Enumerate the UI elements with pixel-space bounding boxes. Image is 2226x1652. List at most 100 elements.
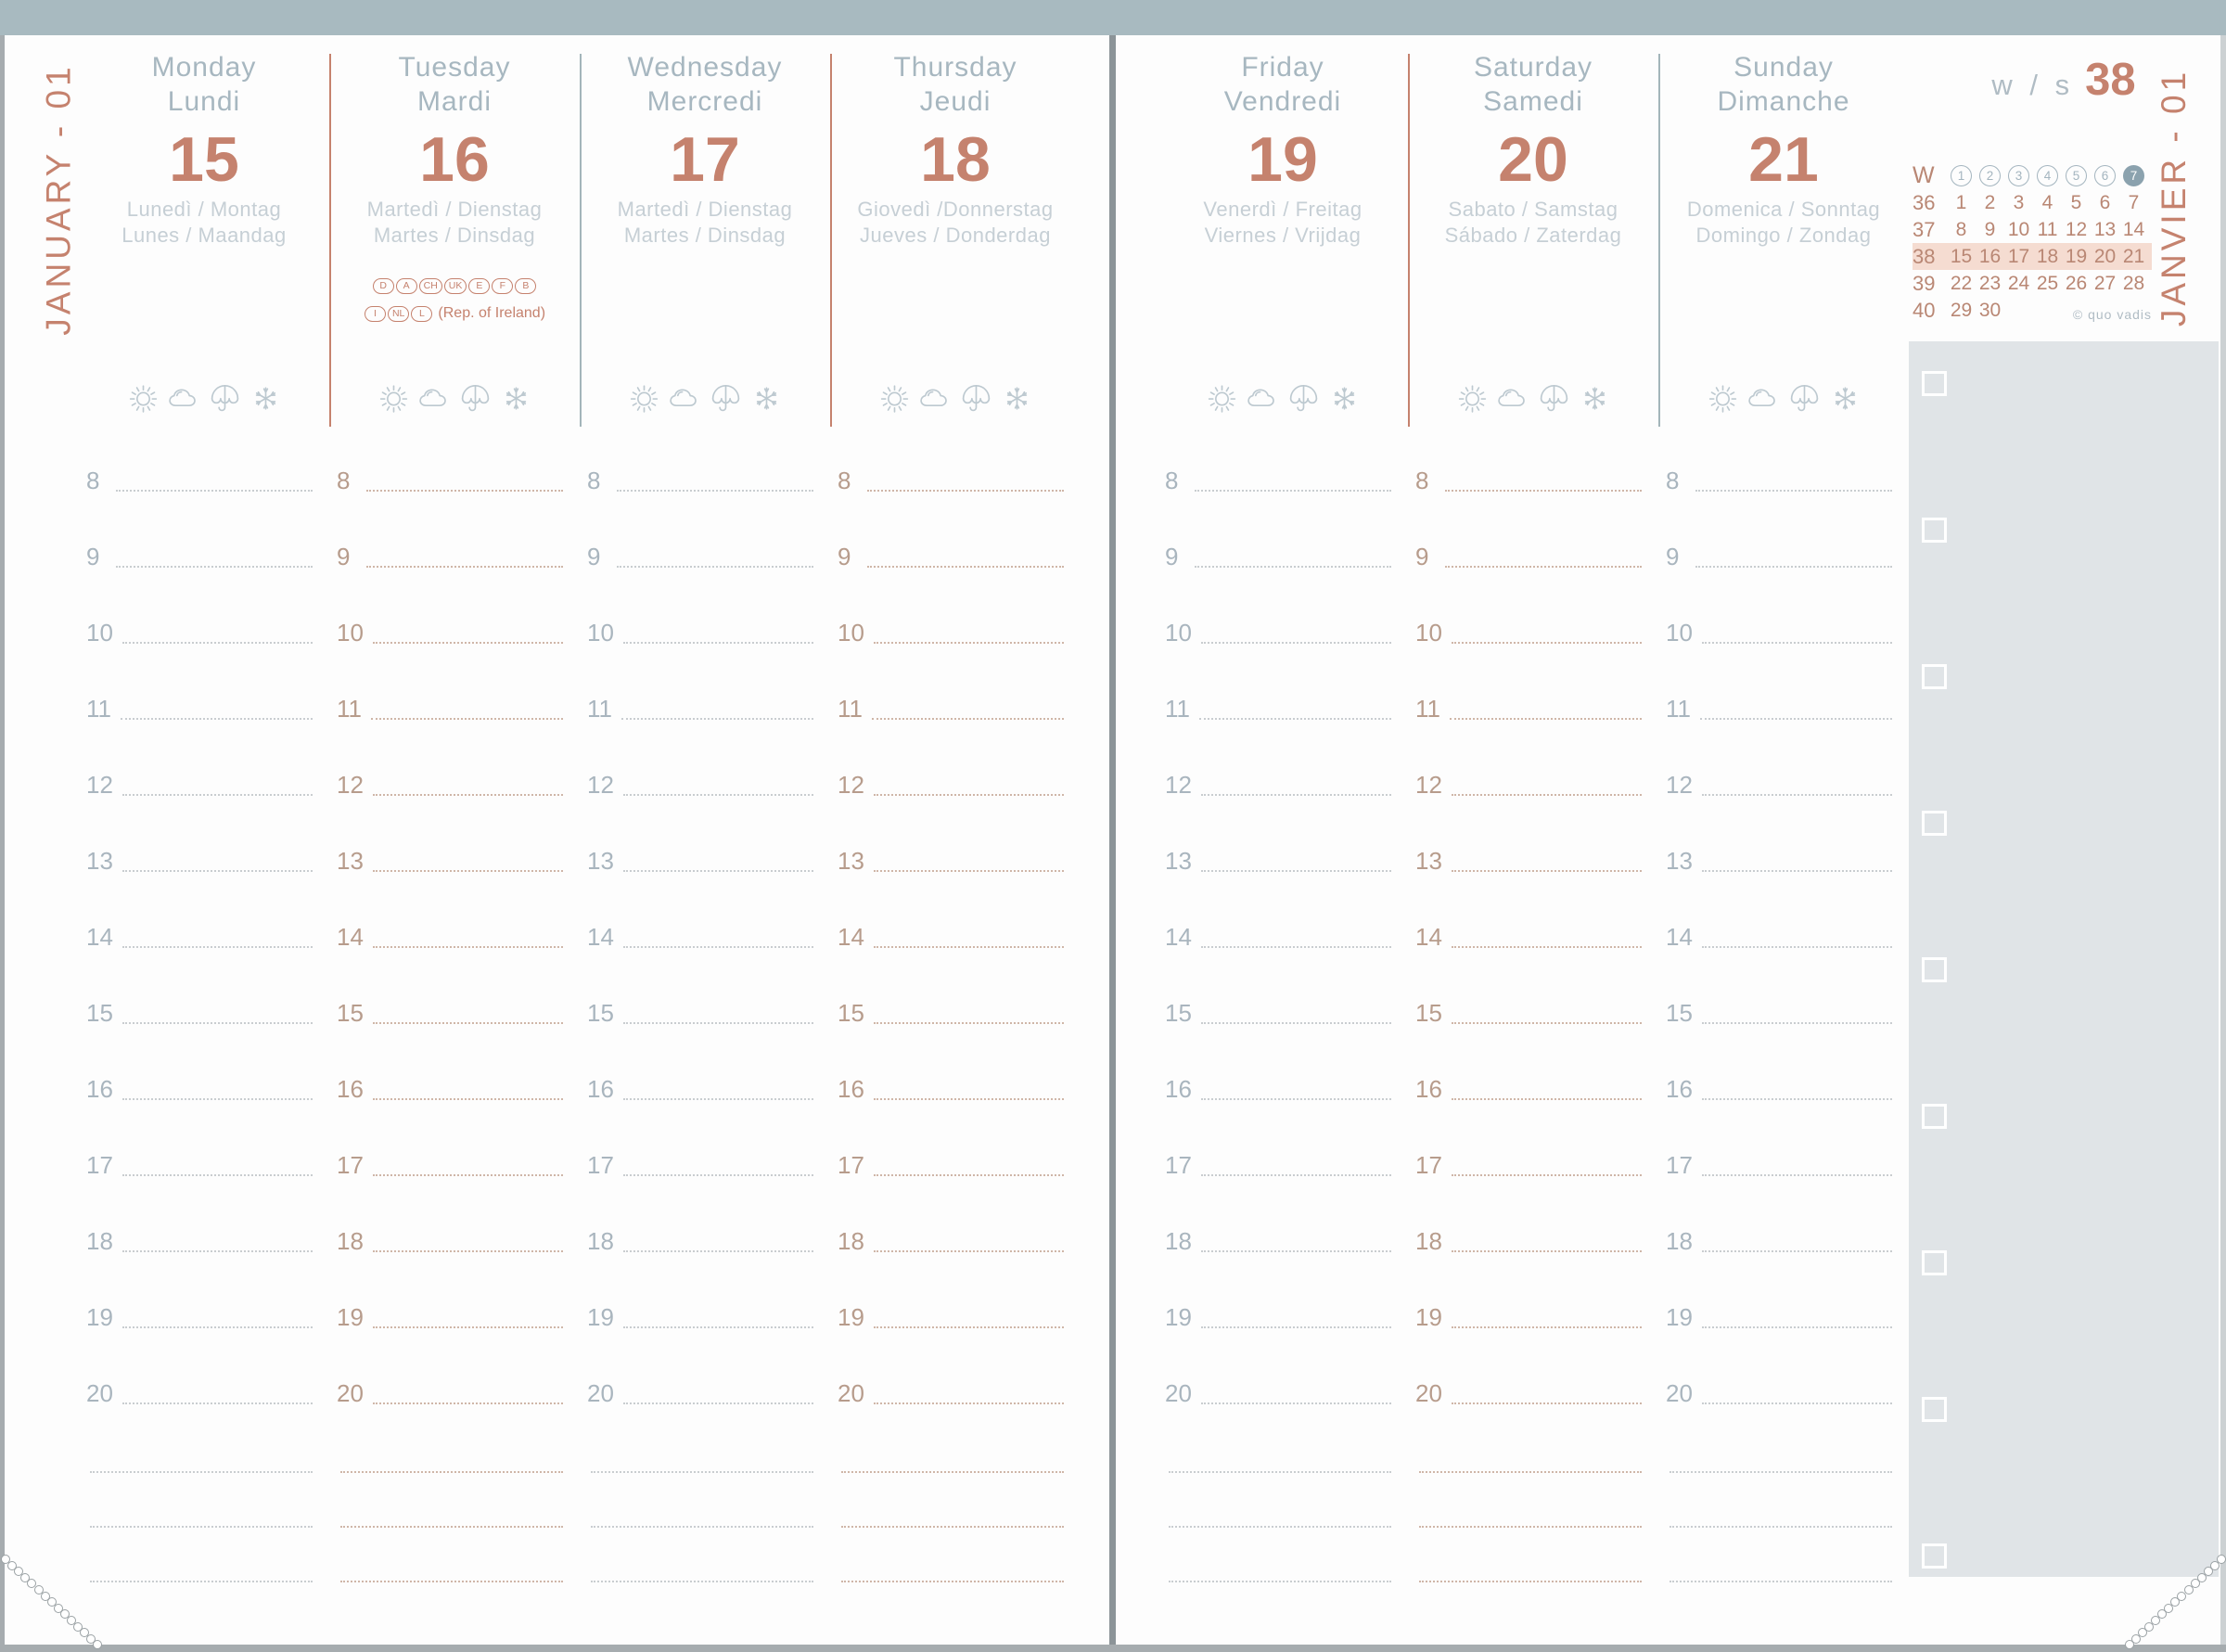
note-writing-line[interactable] (1419, 1526, 1642, 1528)
note-writing-line[interactable] (1670, 1526, 1892, 1528)
note-writing-line[interactable] (1670, 1581, 1892, 1582)
hour-writing-line[interactable] (1695, 490, 1892, 492)
hour-writing-line[interactable] (872, 718, 1064, 720)
mini-calendar-day[interactable]: 3 (2004, 192, 2033, 214)
note-writing-line[interactable] (591, 1526, 813, 1528)
hour-writing-line[interactable] (1445, 490, 1642, 492)
hour-writing-line[interactable] (1445, 566, 1642, 568)
hour-writing-line[interactable] (122, 946, 313, 948)
hour-writing-line[interactable] (623, 946, 813, 948)
hour-writing-line[interactable] (371, 718, 563, 720)
mini-calendar-day[interactable]: 24 (2004, 273, 2033, 295)
hour-writing-line[interactable] (1195, 490, 1391, 492)
hour-writing-line[interactable] (1450, 718, 1642, 720)
note-writing-line[interactable] (90, 1471, 313, 1473)
mini-calendar-day[interactable]: 16 (1976, 246, 2004, 268)
checkbox[interactable] (1922, 1250, 1947, 1275)
hour-writing-line[interactable] (1702, 1250, 1892, 1252)
note-writing-line[interactable] (841, 1471, 1064, 1473)
hour-writing-line[interactable] (623, 1250, 813, 1252)
mini-calendar-day[interactable]: 29 (1947, 300, 1976, 322)
hour-writing-line[interactable] (122, 794, 313, 796)
hour-writing-line[interactable] (874, 946, 1064, 948)
hour-writing-line[interactable] (116, 566, 313, 568)
note-writing-line[interactable] (1419, 1471, 1642, 1473)
mini-calendar-day[interactable]: 9 (1976, 219, 2004, 241)
note-writing-line[interactable] (90, 1581, 313, 1582)
hour-writing-line[interactable] (623, 1326, 813, 1328)
hour-writing-line[interactable] (623, 794, 813, 796)
hour-writing-line[interactable] (122, 1250, 313, 1252)
note-writing-line[interactable] (591, 1581, 813, 1582)
hour-writing-line[interactable] (1702, 1402, 1892, 1404)
hour-writing-line[interactable] (122, 1326, 313, 1328)
hour-writing-line[interactable] (874, 794, 1064, 796)
hour-writing-line[interactable] (1452, 1174, 1642, 1176)
hour-writing-line[interactable] (1695, 566, 1892, 568)
hour-writing-line[interactable] (874, 1022, 1064, 1024)
hour-writing-line[interactable] (621, 718, 813, 720)
hour-writing-line[interactable] (373, 1098, 563, 1100)
hour-writing-line[interactable] (366, 490, 563, 492)
hour-writing-line[interactable] (373, 1022, 563, 1024)
note-writing-line[interactable] (1169, 1471, 1391, 1473)
hour-writing-line[interactable] (623, 1098, 813, 1100)
hour-writing-line[interactable] (1702, 870, 1892, 872)
hour-writing-line[interactable] (1702, 1174, 1892, 1176)
hour-writing-line[interactable] (1195, 566, 1391, 568)
mini-calendar-day[interactable]: 14 (2119, 219, 2148, 241)
hour-writing-line[interactable] (373, 1326, 563, 1328)
note-writing-line[interactable] (841, 1526, 1064, 1528)
mini-calendar-day[interactable]: 25 (2033, 273, 2062, 295)
note-writing-line[interactable] (340, 1526, 563, 1528)
hour-writing-line[interactable] (1702, 1098, 1892, 1100)
note-writing-line[interactable] (591, 1471, 813, 1473)
hour-writing-line[interactable] (617, 490, 813, 492)
note-writing-line[interactable] (1169, 1581, 1391, 1582)
mini-calendar-day[interactable]: 17 (2004, 246, 2033, 268)
hour-writing-line[interactable] (122, 1098, 313, 1100)
hour-writing-line[interactable] (623, 1174, 813, 1176)
checkbox[interactable] (1922, 1397, 1947, 1422)
hour-writing-line[interactable] (623, 1402, 813, 1404)
hour-writing-line[interactable] (373, 1250, 563, 1252)
note-writing-line[interactable] (340, 1471, 563, 1473)
hour-writing-line[interactable] (122, 1022, 313, 1024)
hour-writing-line[interactable] (373, 1402, 563, 1404)
checkbox[interactable] (1922, 1104, 1947, 1129)
mini-calendar-day[interactable]: 22 (1947, 273, 1976, 295)
mini-calendar-day[interactable]: 20 (2091, 246, 2119, 268)
hour-writing-line[interactable] (116, 490, 313, 492)
hour-writing-line[interactable] (1199, 718, 1391, 720)
note-writing-line[interactable] (1670, 1471, 1892, 1473)
hour-writing-line[interactable] (1700, 718, 1892, 720)
hour-writing-line[interactable] (1452, 1098, 1642, 1100)
checkbox[interactable] (1922, 371, 1947, 396)
hour-writing-line[interactable] (373, 946, 563, 948)
hour-writing-line[interactable] (1702, 1022, 1892, 1024)
note-writing-line[interactable] (1169, 1526, 1391, 1528)
hour-writing-line[interactable] (1201, 1326, 1391, 1328)
mini-calendar-day[interactable]: 12 (2062, 219, 2091, 241)
mini-calendar-day[interactable]: 27 (2091, 273, 2119, 295)
hour-writing-line[interactable] (623, 642, 813, 644)
hour-writing-line[interactable] (1702, 794, 1892, 796)
mini-calendar-day[interactable]: 26 (2062, 273, 2091, 295)
hour-writing-line[interactable] (1452, 642, 1642, 644)
mini-calendar-day[interactable]: 30 (1976, 300, 2004, 322)
hour-writing-line[interactable] (1201, 1022, 1391, 1024)
mini-calendar-day[interactable]: 6 (2091, 192, 2119, 214)
hour-writing-line[interactable] (874, 1174, 1064, 1176)
hour-writing-line[interactable] (1201, 794, 1391, 796)
checkbox[interactable] (1922, 811, 1947, 836)
hour-writing-line[interactable] (1452, 1402, 1642, 1404)
hour-writing-line[interactable] (121, 718, 313, 720)
hour-writing-line[interactable] (1201, 642, 1391, 644)
hour-writing-line[interactable] (373, 794, 563, 796)
checkbox[interactable] (1922, 1543, 1947, 1569)
hour-writing-line[interactable] (1201, 1098, 1391, 1100)
hour-writing-line[interactable] (1452, 794, 1642, 796)
mini-calendar-day[interactable]: 21 (2119, 246, 2148, 268)
hour-writing-line[interactable] (122, 1402, 313, 1404)
hour-writing-line[interactable] (874, 870, 1064, 872)
